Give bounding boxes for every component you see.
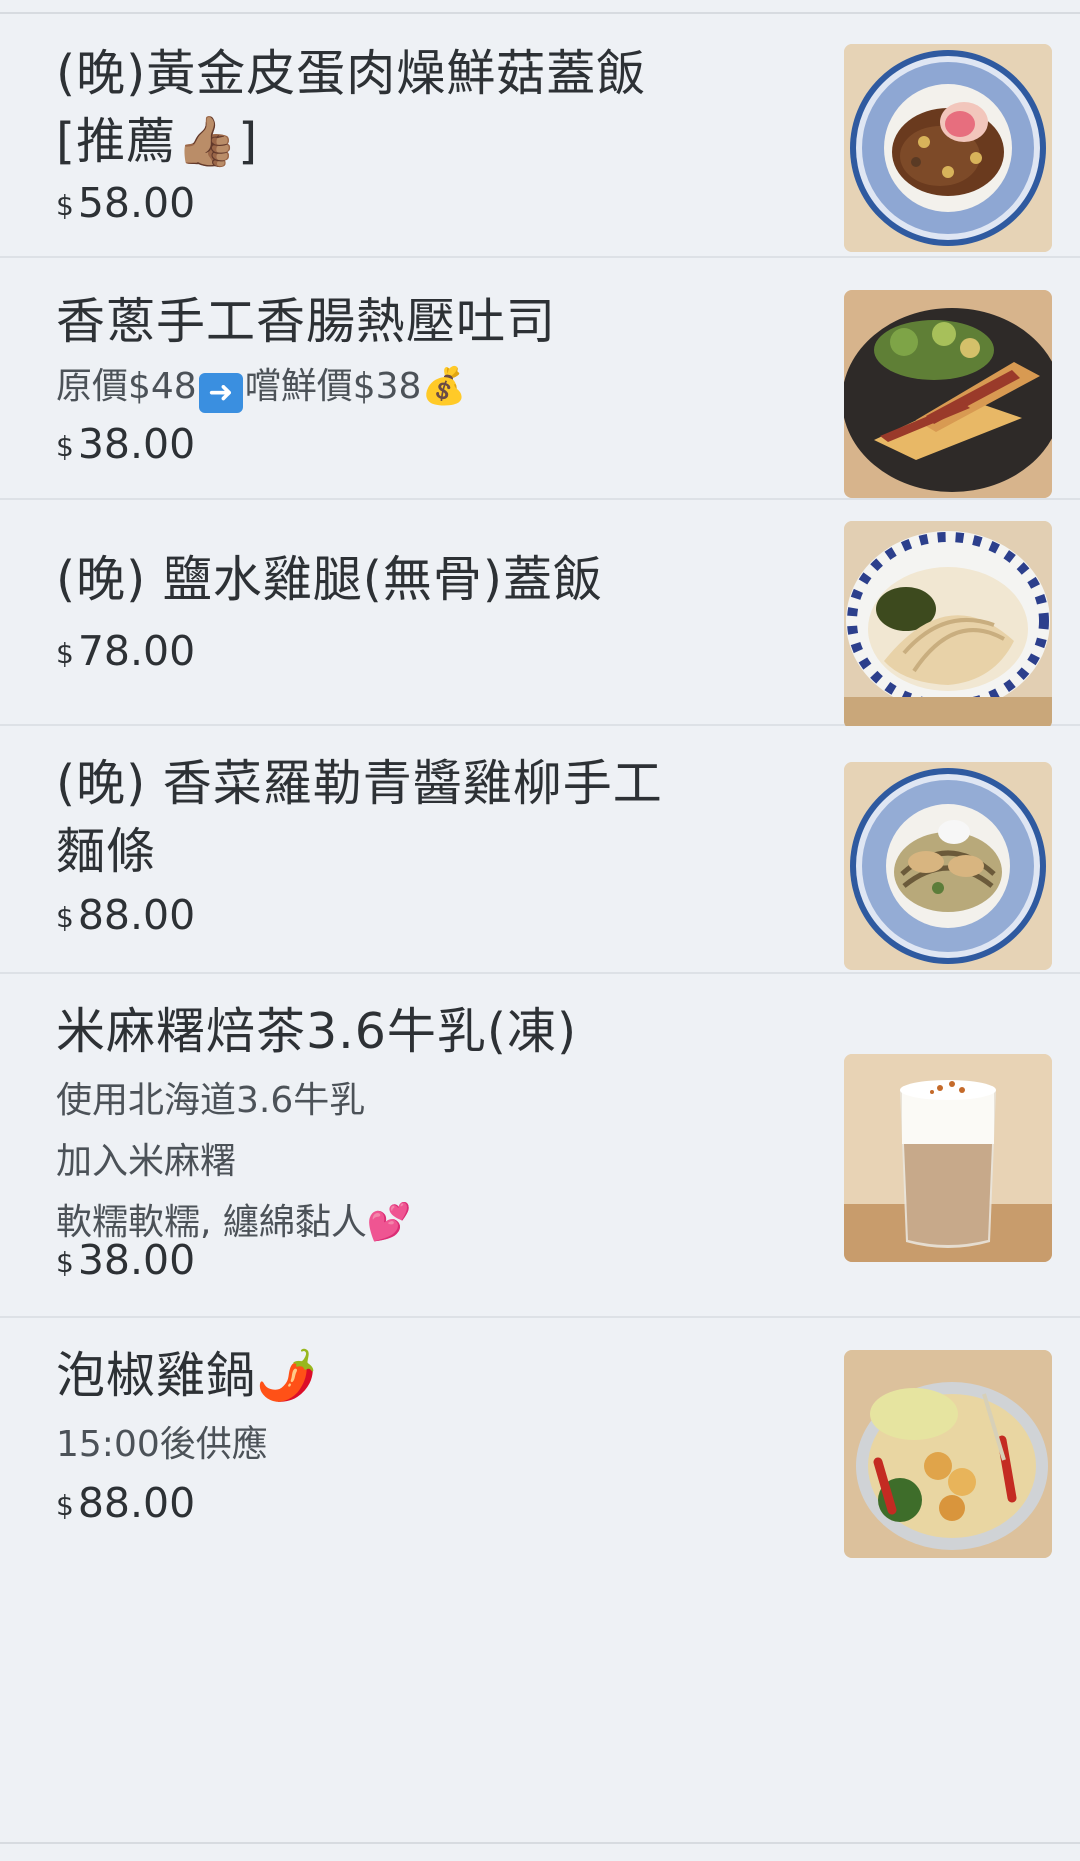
bottom-divider [0,1842,1080,1844]
menu-item-5[interactable]: 米麻糬焙茶3.6牛乳(凍) 使用北海道3.6牛乳 加入米麻糬 軟糯軟糯, 纏綿黏… [0,974,1080,1318]
item-description: 使用北海道3.6牛乳 加入米麻糬 軟糯軟糯, 纏綿黏人💕 [56,1080,412,1243]
item-price: $88.00 [56,891,196,939]
menu-item-2[interactable]: 香蔥手工香腸熱壓吐司 原價$48 ➜ 嚐鮮價$38💰 $38.00 [0,258,1080,500]
right-arrow-icon: ➜ [198,373,243,413]
item-title: (晚)黃金皮蛋肉燥鮮菇蓋飯 [推薦👍🏽] [56,45,647,170]
menu-item-4[interactable]: (晚) 香菜羅勒青醬雞柳手工 麵條 $88.00 [0,726,1080,974]
item-title: (晚) 鹽水雞腿(無骨)蓋飯 [56,551,604,608]
item-price: $38.00 [56,420,196,468]
food-photo[interactable] [844,1350,1052,1558]
food-photo[interactable] [844,521,1052,729]
item-description: 原價$48 ➜ 嚐鮮價$38💰 [56,356,756,417]
item-title: 米麻糬焙茶3.6牛乳(凍) [56,1003,578,1060]
item-description: 15:00後供應 [56,1424,268,1465]
price-promo-text: 原價$48 ➜ 嚐鮮價$38💰 [56,356,756,417]
item-title: 泡椒雞鍋🌶️ [56,1347,319,1404]
food-photo[interactable] [844,762,1052,970]
item-title: 香蔥手工香腸熱壓吐司 [56,293,557,350]
menu-item-6[interactable]: 泡椒雞鍋🌶️ 15:00後供應 $88.00 [0,1318,1080,1842]
menu-item-1[interactable]: (晚)黃金皮蛋肉燥鮮菇蓋飯 [推薦👍🏽] $58.00 [0,14,1080,258]
item-price: $88.00 [56,1479,196,1527]
food-photo[interactable] [844,290,1052,498]
item-price: $38.00 [56,1236,196,1284]
item-price: $78.00 [56,627,196,675]
food-photo[interactable] [844,44,1052,252]
menu-item-3[interactable]: (晚) 鹽水雞腿(無骨)蓋飯 $78.00 [0,500,1080,729]
item-title: (晚) 香菜羅勒青醬雞柳手工 麵條 [56,755,663,880]
food-photo[interactable] [844,1054,1052,1262]
item-price: $58.00 [56,179,196,227]
money-bag-icon: 💰 [421,366,467,407]
top-divider [0,0,1080,14]
